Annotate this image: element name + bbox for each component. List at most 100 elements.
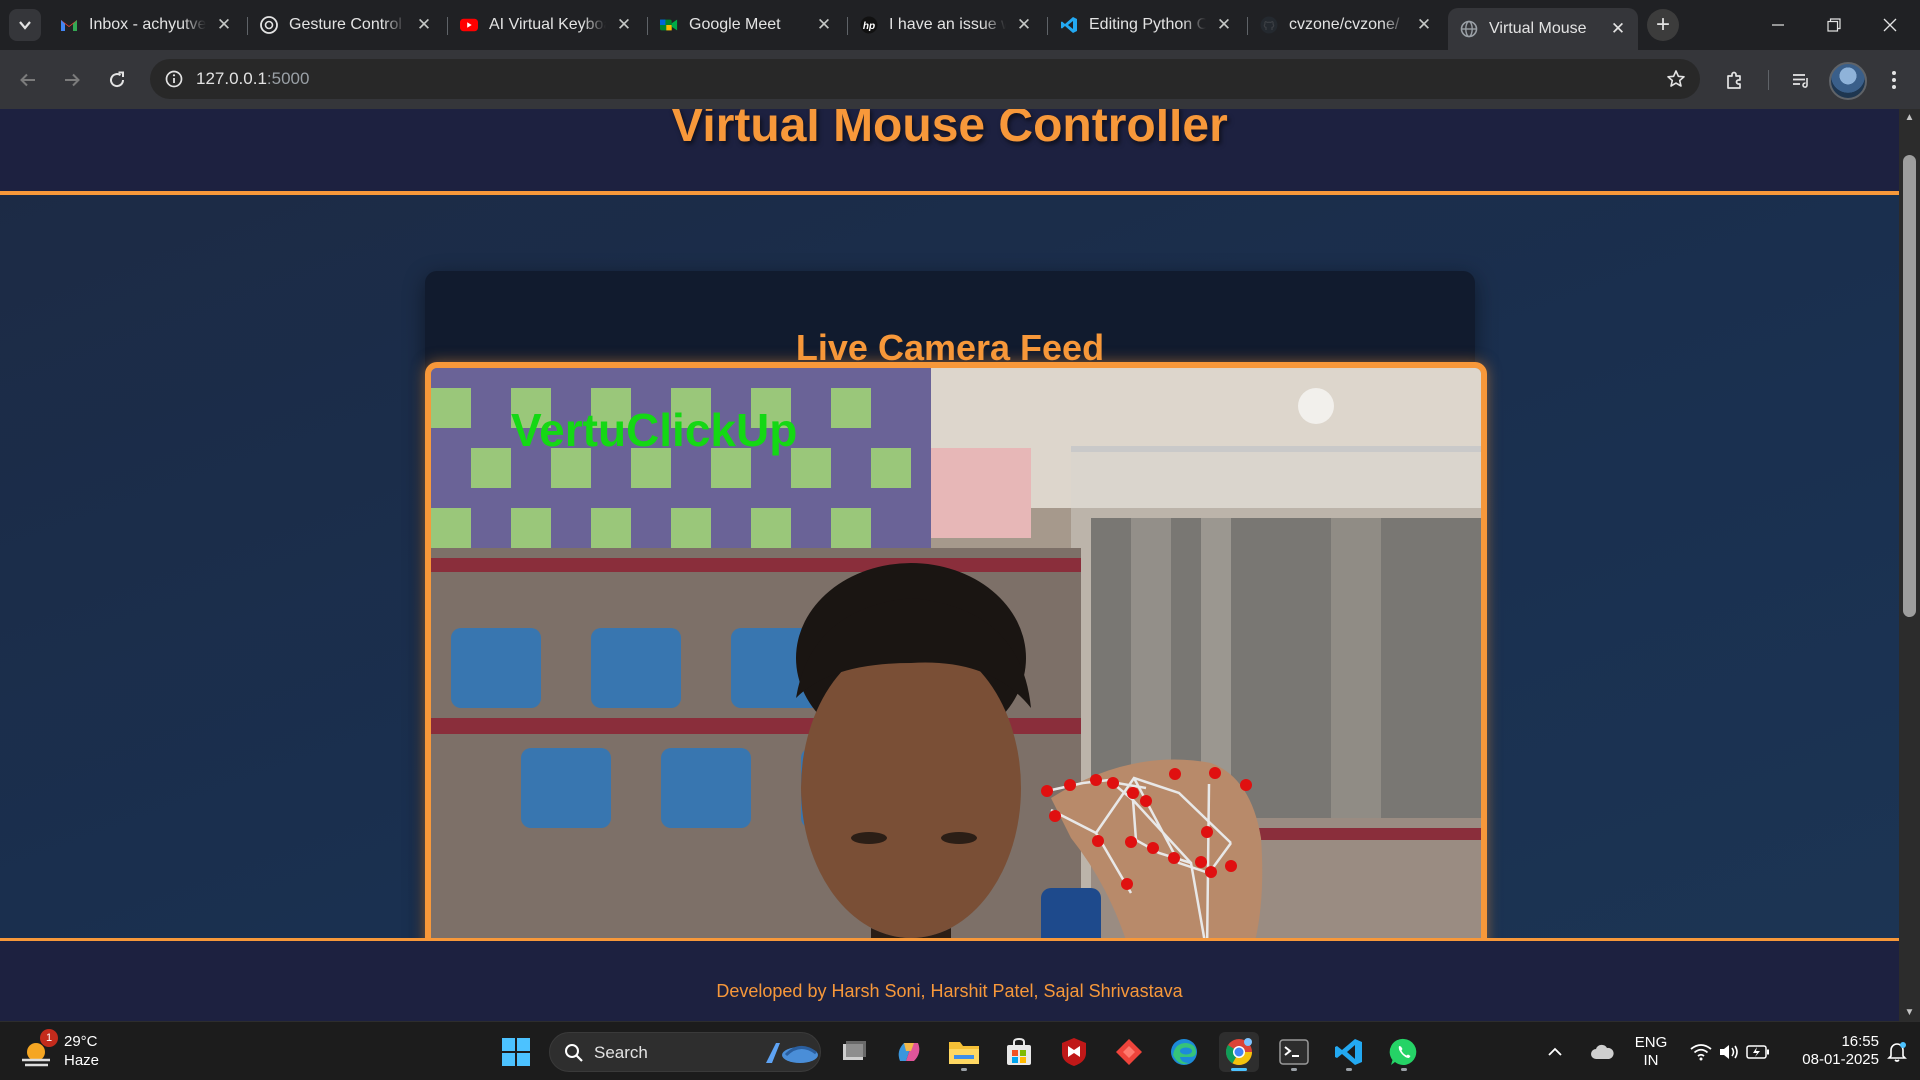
close-icon[interactable]: ✕ [814, 15, 834, 35]
scroll-down-icon[interactable]: ▼ [1904, 1007, 1915, 1018]
url-port: :5000 [266, 69, 310, 88]
clock[interactable]: 16:55 08-01-2025 [1783, 1033, 1879, 1069]
chevron-up-icon [1548, 1047, 1562, 1056]
show-hidden-icons-button[interactable] [1540, 1032, 1570, 1072]
minimize-button[interactable] [1750, 0, 1806, 50]
onedrive-button[interactable] [1585, 1032, 1619, 1072]
store-icon [1007, 1038, 1031, 1065]
scrollbar-thumb[interactable] [1903, 155, 1916, 617]
reload-icon [110, 71, 125, 88]
footer-credits: Developed by Harsh Soni, Harshit Patel, … [716, 981, 1183, 1001]
anydesk-button[interactable] [1109, 1032, 1149, 1072]
page-viewport: Virtual Mouse Controller Live Camera Fee… [0, 109, 1899, 1021]
tab-google-meet[interactable]: Google Meet ✕ [648, 8, 844, 42]
tab-editing-python[interactable]: Editing Python C ✕ [1048, 8, 1244, 42]
page-header: Virtual Mouse Controller [0, 109, 1899, 192]
forward-button[interactable] [54, 62, 90, 98]
tab-title: Gesture Control [289, 16, 402, 33]
toolbar-divider [1768, 70, 1769, 90]
header-divider [0, 191, 1899, 195]
reload-button[interactable] [99, 62, 135, 98]
scroll-up-icon[interactable]: ▲ [1904, 112, 1915, 123]
terminal-button[interactable] [1274, 1032, 1314, 1072]
terminal-icon [1279, 1039, 1309, 1065]
page-scrollbar[interactable]: ▲ ▼ [1899, 109, 1920, 1021]
browser-menu-button[interactable] [1876, 62, 1912, 98]
tab-gmail[interactable]: Inbox - achyutve ✕ [48, 8, 244, 42]
minimize-icon [1772, 24, 1784, 26]
close-icon[interactable]: ✕ [1214, 15, 1234, 35]
anydesk-icon [1116, 1039, 1142, 1065]
close-window-button[interactable] [1862, 0, 1918, 50]
vscode-button[interactable] [1329, 1032, 1369, 1072]
youtube-icon [460, 16, 478, 34]
page-footer: Developed by Harsh Soni, Harshit Patel, … [0, 941, 1899, 1021]
weather-widget[interactable]: 1 29°C Haze [18, 1029, 128, 1073]
edge-icon [1171, 1039, 1197, 1065]
bookmark-star-icon[interactable] [1662, 65, 1690, 93]
back-button[interactable] [10, 62, 46, 98]
tab-gesture-control[interactable]: Gesture Control ✕ [248, 8, 444, 42]
taskbar-search[interactable]: Search [549, 1032, 821, 1072]
notification-badge: 1 [40, 1029, 58, 1047]
tab-hp-issue[interactable]: hp I have an issue w ✕ [848, 8, 1044, 42]
profile-avatar[interactable] [1829, 62, 1867, 100]
input-language[interactable]: ENG IN [1627, 1034, 1675, 1070]
mcafee-shield-icon [1062, 1038, 1086, 1066]
notifications-button[interactable] [1880, 1032, 1914, 1072]
mcafee-button[interactable] [1054, 1032, 1094, 1072]
extensions-button[interactable] [1717, 62, 1753, 98]
tab-virtual-mouse[interactable]: Virtual Mouse ✕ [1448, 8, 1638, 50]
quick-settings-button[interactable] [1680, 1032, 1780, 1072]
address-bar[interactable]: 127.0.0.1:5000 [150, 59, 1700, 99]
close-icon[interactable]: ✕ [214, 15, 234, 35]
copilot-button[interactable] [889, 1032, 929, 1072]
whatsapp-button[interactable] [1384, 1032, 1424, 1072]
github-icon [1260, 16, 1278, 34]
chevron-down-icon [19, 21, 31, 30]
search-icon [565, 1044, 583, 1062]
clock-time: 16:55 [1841, 1033, 1879, 1050]
media-queue-icon [1793, 74, 1808, 88]
tab-title: Google Meet [689, 16, 781, 33]
puzzle-icon [1727, 71, 1741, 89]
google-meet-icon [660, 16, 678, 34]
close-icon[interactable]: ✕ [1414, 15, 1434, 35]
task-view-button[interactable] [834, 1032, 874, 1072]
edge-button[interactable] [1164, 1032, 1204, 1072]
tab-cvzone[interactable]: cvzone/cvzone/ ✕ [1248, 8, 1444, 42]
microsoft-store-button[interactable] [999, 1032, 1039, 1072]
whatsapp-icon [1389, 1038, 1417, 1065]
clock-date: 08-01-2025 [1802, 1051, 1879, 1068]
chrome-button[interactable] [1219, 1032, 1259, 1072]
weather-temperature: 29°C [64, 1033, 98, 1050]
tab-title: Editing Python C [1089, 16, 1206, 33]
tab-search-button[interactable] [9, 9, 41, 41]
file-explorer-button[interactable] [944, 1032, 984, 1072]
more-vertical-icon [1892, 71, 1896, 89]
start-button[interactable] [496, 1032, 536, 1072]
close-icon[interactable]: ✕ [1608, 19, 1628, 39]
close-icon[interactable]: ✕ [614, 15, 634, 35]
hp-icon: hp [860, 16, 878, 34]
vscode-icon [1060, 16, 1078, 34]
page-title: Virtual Mouse Controller [671, 109, 1228, 152]
region-code: IN [1643, 1052, 1659, 1069]
search-highlight-icon [766, 1043, 818, 1063]
wifi-icon [1690, 1044, 1712, 1061]
restore-button[interactable] [1806, 0, 1862, 50]
tab-ai-virtual-keyboard[interactable]: AI Virtual Keyboa ✕ [448, 8, 644, 42]
media-control-button[interactable] [1783, 62, 1819, 98]
running-indicator [961, 1068, 967, 1071]
new-tab-button[interactable]: + [1647, 9, 1679, 41]
gmail-icon [60, 16, 78, 34]
close-icon[interactable]: ✕ [1014, 15, 1034, 35]
volume-icon [1720, 1045, 1738, 1059]
copilot-icon [898, 1043, 920, 1061]
running-indicator [1291, 1068, 1297, 1071]
tab-title: cvzone/cvzone/ [1289, 16, 1400, 33]
tab-title: I have an issue w [889, 16, 1006, 33]
windows-taskbar: 1 29°C Haze Search ENG IN 16:55 08-01-20… [0, 1021, 1920, 1080]
close-icon[interactable]: ✕ [414, 15, 434, 35]
site-info-icon[interactable] [160, 65, 188, 93]
